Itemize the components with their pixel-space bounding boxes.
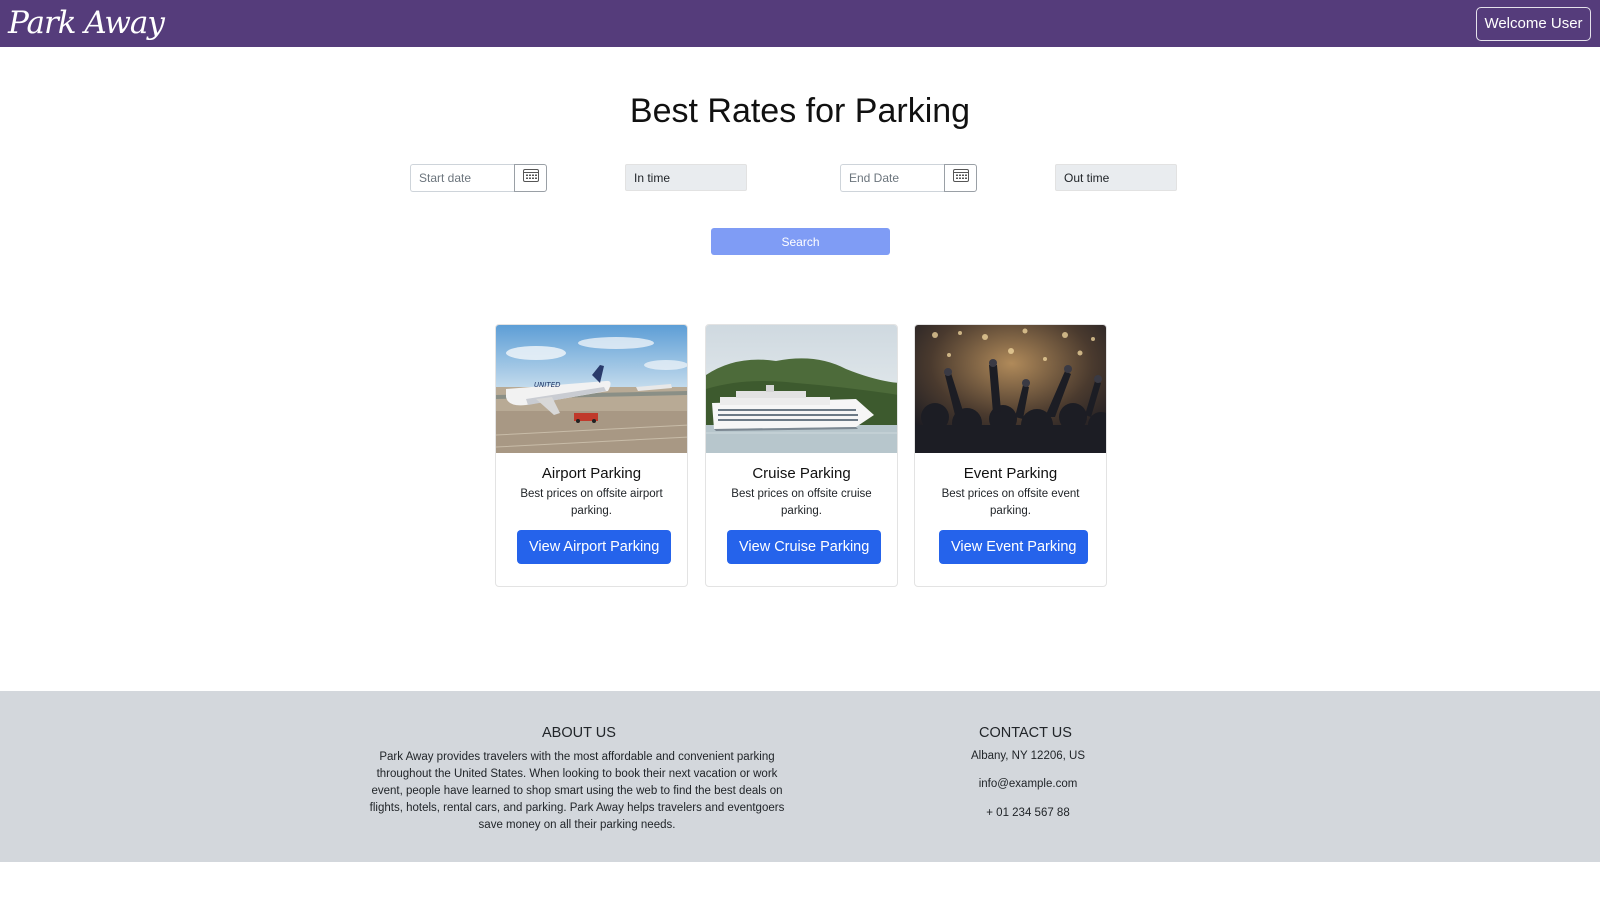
cruise-parking-card: Cruise Parking Best prices on offsite cr…	[705, 324, 898, 587]
contact-address: Albany, NY 12206, US	[970, 750, 1085, 762]
search-button[interactable]: Search	[711, 228, 890, 255]
airport-photo: UNITED	[496, 325, 687, 453]
card-description: Best prices on offsite airport parking.	[520, 488, 663, 517]
top-navbar: Park Away Welcome User	[0, 0, 1600, 47]
view-event-parking-button[interactable]: View Event Parking	[939, 530, 1089, 564]
concert-crowd-photo	[915, 325, 1106, 453]
contact-us-heading: CONTACT US	[979, 725, 1072, 741]
start-date-group	[410, 164, 547, 192]
end-date-group	[840, 164, 977, 192]
event-parking-card: Event Parking Best prices on offsite eve…	[914, 324, 1107, 587]
start-date-input[interactable]	[410, 164, 514, 192]
welcome-user-button[interactable]: Welcome User	[1476, 7, 1591, 41]
view-cruise-parking-button[interactable]: View Cruise Parking	[727, 530, 882, 564]
start-date-calendar-button[interactable]	[514, 164, 547, 192]
brand-logo[interactable]: Park Away	[8, 2, 165, 44]
airport-parking-card: UNITED Airport Parking Best prices on of…	[495, 324, 688, 587]
end-date-input[interactable]	[840, 164, 944, 192]
card-title: Airport Parking	[541, 465, 642, 482]
contact-email[interactable]: info@example.com	[930, 778, 1126, 790]
svg-text:UNITED: UNITED	[534, 381, 561, 389]
out-time-input[interactable]	[1055, 164, 1177, 191]
about-us-text: Park Away provides travelers with the mo…	[369, 751, 785, 831]
about-us-heading: ABOUT US	[542, 725, 616, 741]
contact-phone[interactable]: + 01 234 567 88	[930, 807, 1126, 819]
calendar-icon	[952, 169, 969, 187]
end-date-calendar-button[interactable]	[944, 164, 977, 192]
card-description: Best prices on offsite cruise parking.	[731, 488, 872, 517]
calendar-icon	[522, 169, 539, 187]
card-description: Best prices on offsite event parking.	[941, 488, 1080, 517]
page-title: Best Rates for Parking	[629, 92, 971, 130]
card-title: Cruise Parking	[752, 465, 851, 482]
footer: ABOUT US Park Away provides travelers wi…	[0, 691, 1600, 862]
card-title: Event Parking	[963, 465, 1058, 482]
view-airport-parking-button[interactable]: View Airport Parking	[517, 530, 672, 564]
in-time-input[interactable]	[625, 164, 747, 191]
cruise-ship-photo	[706, 325, 897, 453]
